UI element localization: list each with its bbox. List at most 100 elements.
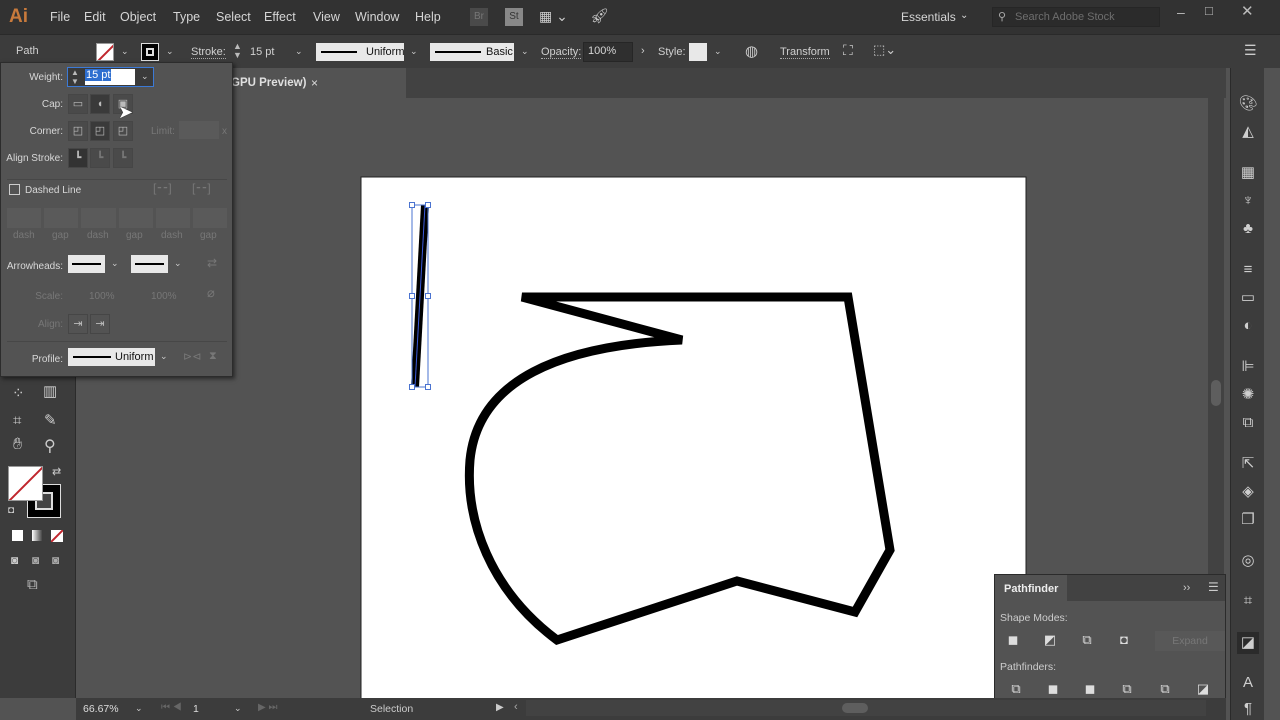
divide-button[interactable]: ⧉ [1008, 681, 1024, 697]
symbols-icon[interactable]: ♣ [1237, 218, 1259, 240]
flip-along-icon: ⊳⊲ [183, 351, 202, 363]
scale-end-input: 100% [151, 291, 177, 302]
transform-icon[interactable]: ⌗ [1237, 590, 1259, 612]
merge-button[interactable]: ◼ [1082, 681, 1098, 697]
chevron-down-icon[interactable]: ⌄ [111, 258, 119, 269]
link-scale-icon: ⌀ [207, 285, 215, 300]
start-arrowhead-select[interactable] [68, 255, 105, 273]
scale-start-input: 100% [89, 291, 115, 302]
pathfinder-header: Pathfinder ›› ☰ [995, 575, 1225, 601]
chevron-down-icon[interactable]: ⌄ [135, 703, 143, 714]
weight-field[interactable]: ▲ ▼ 15 pt ⌄ [67, 67, 154, 87]
right-panel-dock: 🎨︎ ◭ ▦ ♆ ♣ ≡ ▭ ◐ ⊫ ✺ ⧉ ⇱ ◈ ❐ ◎ ⌗ ◪ A ¶ [1230, 68, 1264, 720]
round-join-button[interactable]: ◰ [90, 121, 110, 141]
graphic-styles-icon[interactable]: ⧉ [1237, 412, 1259, 434]
dashed-line-checkbox[interactable] [9, 184, 20, 195]
dash-preserve-icon: [⁃⁃] [153, 181, 172, 195]
arrow-place-button: ⇥ [90, 314, 110, 334]
panel-menu-icon[interactable]: ☰ [1208, 580, 1219, 594]
chevron-down-icon[interactable]: ⌄ [234, 703, 242, 714]
zoom-level[interactable]: 66.67% [83, 703, 119, 715]
butt-cap-button[interactable]: ▭ [68, 94, 88, 114]
minus-back-button[interactable]: ◪ [1195, 681, 1211, 697]
dash-label: dash [87, 230, 109, 241]
weight-input[interactable]: 15 pt [85, 69, 135, 85]
profile-label: Profile: [31, 354, 63, 365]
pathfinder-icon[interactable]: ◪ [1237, 632, 1259, 654]
exclude-button[interactable]: ◘ [1116, 632, 1132, 648]
align-inside-button[interactable]: ┗ [90, 148, 110, 168]
shape-modes-label: Shape Modes: [1000, 612, 1068, 624]
vertical-scroll-thumb [1211, 380, 1221, 406]
appearance-icon[interactable]: ✺ [1237, 384, 1259, 406]
status-bar: 66.67% ⌄ ⏮ ◀ 1 ⌄ ▶ ⏭ Selection ▶ ‹ [76, 698, 1226, 720]
chevron-down-icon[interactable]: ⌄ [160, 351, 168, 362]
limit-input [179, 121, 219, 139]
chevron-down-icon[interactable]: ⌄ [174, 258, 182, 269]
profile-value: Uniform [115, 351, 154, 363]
character-icon[interactable]: A [1237, 672, 1259, 694]
round-cap-button[interactable]: ◖ [90, 94, 110, 114]
dashed-line-label: Dashed Line [25, 185, 82, 196]
artboard-number[interactable]: 1 [193, 703, 199, 715]
dash-label: dash [161, 230, 183, 241]
cap-label: Cap: [41, 99, 63, 110]
gap-label: gap [126, 230, 143, 241]
minus-front-button[interactable]: ◩ [1042, 632, 1058, 648]
gradient-icon[interactable]: ▭ [1237, 287, 1259, 309]
align-outside-button[interactable]: ┗ [113, 148, 133, 168]
color-panel-icon[interactable]: 🎨︎ [1237, 93, 1259, 115]
scroll-left-icon[interactable]: ‹ [514, 701, 518, 713]
next-artboard-icon[interactable]: ▶ ⏭ [258, 702, 277, 713]
artboard [360, 176, 1027, 700]
outline-button[interactable]: ⧉ [1157, 681, 1173, 697]
gap-label: gap [52, 230, 69, 241]
flip-across-icon: ⧗ [209, 350, 217, 362]
weight-stepper[interactable]: ▲ ▼ [71, 68, 79, 86]
pathfinder-title: Pathfinder [1004, 583, 1059, 595]
bevel-join-button[interactable]: ◰ [113, 121, 133, 141]
chevron-down-icon[interactable]: ⌄ [141, 71, 149, 82]
arrow-extend-button: ⇥ [68, 314, 88, 334]
color-guide-icon[interactable]: ◭ [1237, 121, 1259, 143]
pathfinder-panel: Pathfinder ›› ☰ Shape Modes: ◼ ◩ ⧉ ◘ Exp… [994, 574, 1226, 704]
collapse-panel-icon[interactable]: ›› [1183, 582, 1190, 594]
trim-button[interactable]: ◼ [1045, 681, 1061, 697]
weight-value: 15 pt [85, 69, 112, 81]
align-center-button[interactable]: ┗ [68, 148, 88, 168]
end-arrowhead-select[interactable] [131, 255, 168, 273]
dash-align-icon: [⁃⁃] [192, 181, 211, 195]
limit-x: x [222, 126, 227, 137]
brushes-icon[interactable]: ♆ [1237, 190, 1259, 212]
weight-label: Weight: [29, 72, 63, 83]
corner-label: Corner: [29, 126, 63, 137]
stroke-icon[interactable]: ≡ [1237, 259, 1259, 281]
export-icon[interactable]: ⇱ [1237, 453, 1259, 475]
cc-libraries-icon[interactable]: ◎ [1237, 550, 1259, 572]
swatches-icon[interactable]: ▦ [1237, 162, 1259, 184]
current-tool[interactable]: Selection [370, 703, 413, 715]
transparency-icon[interactable]: ◐ [1237, 315, 1259, 337]
intersect-button[interactable]: ⧉ [1079, 632, 1095, 648]
paragraph-icon[interactable]: ¶ [1237, 698, 1259, 720]
layers-icon[interactable]: ◈ [1237, 481, 1259, 503]
gap-label: gap [200, 230, 217, 241]
miter-join-button[interactable]: ◰ [68, 121, 88, 141]
align-icon[interactable]: ⊫ [1237, 356, 1259, 378]
arrow-align-label: Align: [37, 319, 63, 330]
arrowheads-label: Arrowheads: [6, 261, 63, 272]
divider [7, 179, 227, 180]
first-artboard-icon[interactable]: ⏮ ◀ [161, 702, 182, 713]
artboards-icon[interactable]: ❐ [1237, 509, 1259, 531]
horizontal-scrollbar[interactable] [526, 700, 1206, 716]
align-stroke-label: Align Stroke: [6, 153, 63, 164]
unite-button[interactable]: ◼ [1005, 632, 1021, 648]
divider [7, 341, 227, 342]
profile-select[interactable]: Uniform [68, 348, 155, 366]
expand-button: Expand [1155, 631, 1225, 651]
status-menu-icon[interactable]: ▶ [496, 702, 504, 713]
crop-button[interactable]: ⧉ [1119, 681, 1135, 697]
mouse-cursor: ➤ [118, 102, 134, 122]
limit-label: Limit: [151, 126, 175, 137]
swap-arrowheads-icon[interactable]: ⇄ [207, 256, 217, 270]
